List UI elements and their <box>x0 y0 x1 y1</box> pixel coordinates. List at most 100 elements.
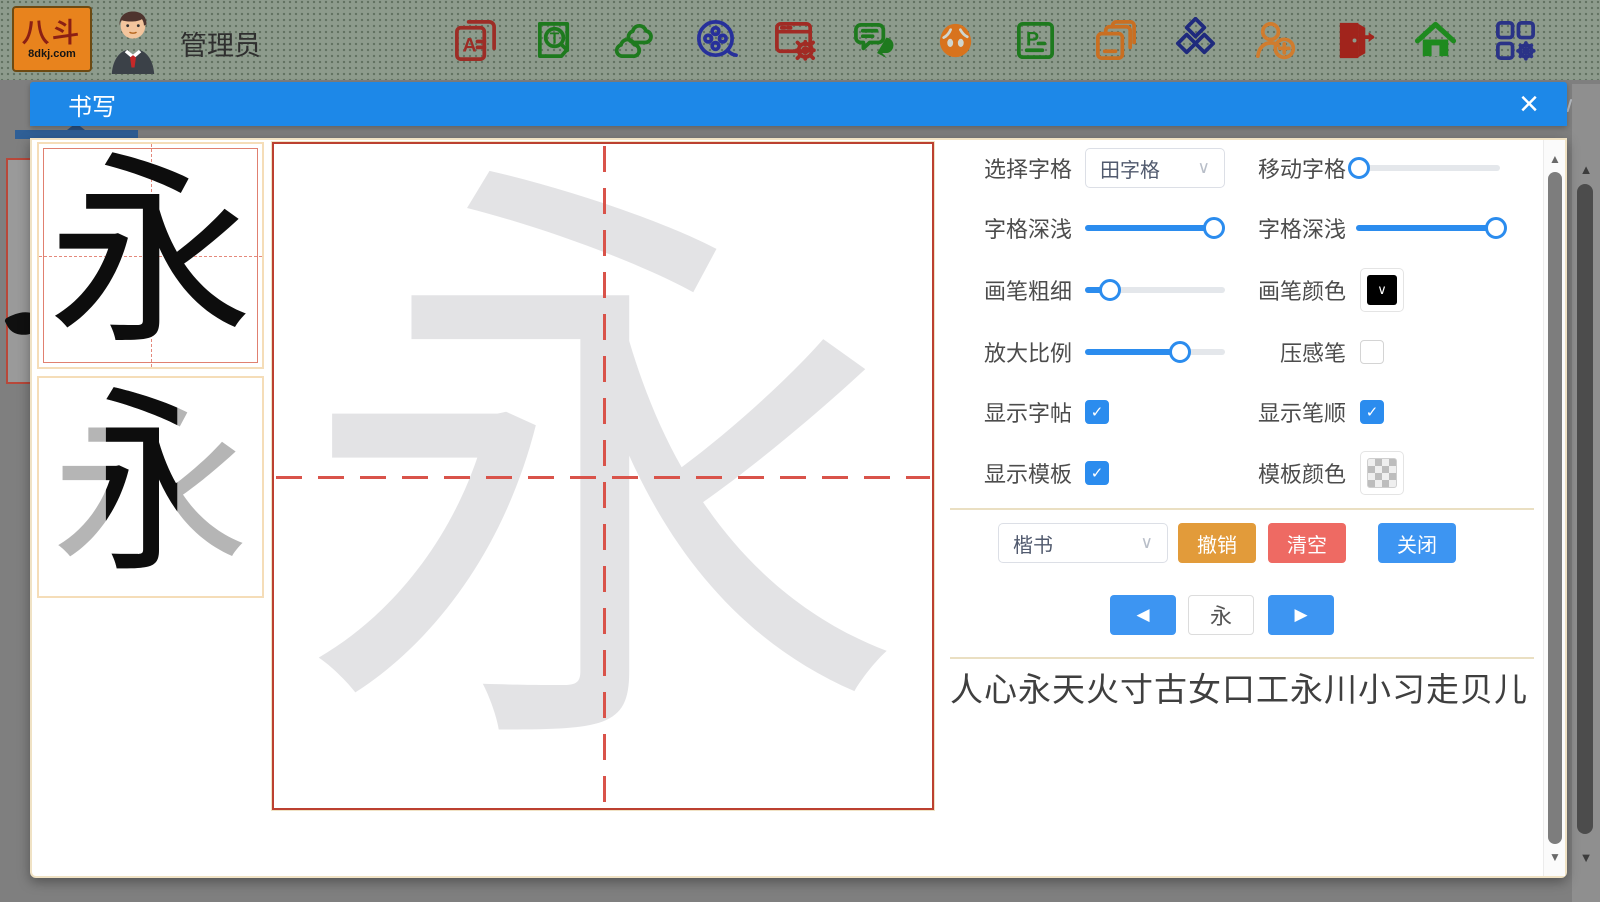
settings-row-2: 字格深浅 字格深浅 <box>944 206 1544 250</box>
settings-row-5: 显示字帖 ✓ 显示笔顺 ✓ <box>944 390 1544 434</box>
slider-fill <box>1085 349 1180 355</box>
kid-face-icon[interactable] <box>932 17 979 64</box>
next-char-button[interactable]: ▶ <box>1268 595 1334 635</box>
brush-color-picker[interactable]: ∨ <box>1360 268 1404 312</box>
brush-size-slider[interactable] <box>1085 280 1225 300</box>
text-search-icon[interactable]: T <box>532 17 579 64</box>
move-grid-label: 移动字格 <box>1244 146 1346 190</box>
media-reel-icon[interactable] <box>692 17 739 64</box>
chevron-down-icon: ∨ <box>1198 158 1210 178</box>
grid-depth-right-slider[interactable] <box>1356 218 1500 238</box>
web-settings-icon[interactable] <box>772 17 819 64</box>
canvas-center-vline <box>603 146 606 806</box>
slider-track[interactable] <box>1356 165 1500 171</box>
script-style-value: 楷书 <box>1013 529 1053 558</box>
template-color-picker[interactable] <box>1360 451 1404 495</box>
slides-icon[interactable]: P <box>1012 17 1059 64</box>
page-scrollbar[interactable]: ▲ ▼ <box>1572 84 1600 902</box>
show-stroke-order-label: 显示笔顺 <box>1244 390 1346 434</box>
header-icon-bar: ATP <box>452 0 1539 80</box>
slider-thumb[interactable] <box>1348 157 1370 179</box>
grid-type-select[interactable]: 田字格 ∨ <box>1085 148 1225 188</box>
settings-panel: 选择字格 田字格 ∨ 移动字格 字格深浅 字格深浅 <box>944 140 1544 880</box>
next-arrow-icon: ▶ <box>1294 605 1307 625</box>
logo-domain-text: 8dkj.com <box>28 48 76 61</box>
brush-size-label: 画笔粗细 <box>984 268 1072 312</box>
modal-title: 书写 <box>68 87 116 122</box>
svg-text:P: P <box>1026 28 1039 50</box>
page-scroll-down-icon[interactable]: ▼ <box>1572 850 1600 865</box>
select-grid-label: 选择字格 <box>984 146 1072 190</box>
brush-color-swatch: ∨ <box>1367 275 1397 305</box>
logout-door-icon[interactable] <box>1332 17 1379 64</box>
zoom-ratio-label: 放大比例 <box>984 330 1072 374</box>
modal-titlebar: 书写 × <box>30 82 1567 126</box>
pressure-pen-checkbox[interactable] <box>1360 340 1384 364</box>
page-scroll-up-icon[interactable]: ▲ <box>1572 162 1600 177</box>
slider-fill <box>1356 225 1496 231</box>
grid-depth-left-label: 字格深浅 <box>984 206 1072 250</box>
grid-type-value: 田字格 <box>1100 154 1160 183</box>
modal-scrollbar-thumb[interactable] <box>1548 172 1562 844</box>
background-grid-fragment <box>6 158 33 384</box>
close-button[interactable]: 关闭 <box>1378 523 1456 563</box>
slider-thumb[interactable] <box>1169 341 1191 363</box>
apps-settings-icon[interactable] <box>1492 17 1539 64</box>
app-header: 八斗 8dkj.com 管理员 A T P <box>0 0 1600 80</box>
settings-row-3: 画笔粗细 画笔颜色 ∨ <box>944 268 1544 312</box>
copy-pages-icon[interactable] <box>1092 17 1139 64</box>
settings-row-6: 显示模板 ✓ 模板颜色 <box>944 451 1544 495</box>
writing-canvas[interactable]: 永 <box>272 142 934 810</box>
user-name-label: 管理员 <box>180 24 261 63</box>
page-scrollbar-thumb[interactable] <box>1577 184 1593 834</box>
avatar-illustration <box>102 8 164 74</box>
add-user-icon[interactable] <box>1252 17 1299 64</box>
svg-text:A: A <box>463 34 477 56</box>
clear-button[interactable]: 清空 <box>1268 523 1346 563</box>
settings-row-4: 放大比例 压感笔 <box>944 330 1544 374</box>
logo-brand-text: 八斗 <box>22 18 82 48</box>
stroke-order-preview-box: 永 永 <box>37 376 264 598</box>
user-avatar[interactable] <box>102 8 164 74</box>
panel-divider-bottom <box>950 657 1534 659</box>
slider-thumb[interactable] <box>1203 217 1225 239</box>
chevron-down-icon: ∨ <box>1377 282 1387 298</box>
modal-close-icon[interactable]: × <box>1519 82 1539 126</box>
template-color-label: 模板颜色 <box>1244 451 1346 495</box>
prev-arrow-icon: ◀ <box>1136 605 1149 625</box>
panel-divider-top <box>950 508 1534 510</box>
copybook-preview-box: 永 <box>37 142 264 369</box>
slider-thumb[interactable] <box>1485 217 1507 239</box>
show-copybook-checkbox[interactable]: ✓ <box>1085 400 1109 424</box>
chat-icon[interactable] <box>852 17 899 64</box>
prev-char-button[interactable]: ◀ <box>1110 595 1176 635</box>
modal-scrollbar[interactable]: ▲ ▼ <box>1543 140 1565 876</box>
current-char-box: 永 <box>1188 595 1254 635</box>
blocks-icon[interactable] <box>1172 17 1219 64</box>
character-list[interactable]: 人心永天火寸古女口工永川小习走贝儿 <box>950 663 1510 711</box>
show-copybook-label: 显示字帖 <box>984 390 1072 434</box>
grid-depth-left-slider[interactable] <box>1085 218 1225 238</box>
actions-row: 楷书 ∨ 撤销 清空 关闭 <box>944 521 1544 565</box>
settings-row-1: 选择字格 田字格 ∨ 移动字格 <box>944 146 1544 190</box>
modal-scroll-down-icon[interactable]: ▼ <box>1544 850 1566 864</box>
template-color-swatch <box>1367 458 1397 488</box>
svg-text:T: T <box>550 30 560 47</box>
undo-button[interactable]: 撤销 <box>1178 523 1256 563</box>
zoom-ratio-slider[interactable] <box>1085 342 1225 362</box>
app-logo[interactable]: 八斗 8dkj.com <box>12 6 92 72</box>
chevron-down-icon: ∨ <box>1141 533 1153 553</box>
script-style-select[interactable]: 楷书 ∨ <box>998 523 1168 563</box>
pressure-pen-label: 压感笔 <box>1244 330 1346 374</box>
cloud-sync-icon[interactable] <box>612 17 659 64</box>
grid-depth-right-label: 字格深浅 <box>1244 206 1346 250</box>
show-stroke-order-checkbox[interactable]: ✓ <box>1360 400 1384 424</box>
char-nav-row: ◀ 永 ▶ <box>944 593 1544 637</box>
translate-doc-icon[interactable]: A <box>452 17 499 64</box>
show-template-checkbox[interactable]: ✓ <box>1085 461 1109 485</box>
home-icon[interactable] <box>1412 17 1459 64</box>
modal-scroll-up-icon[interactable]: ▲ <box>1544 152 1566 166</box>
slider-fill <box>1085 225 1214 231</box>
move-grid-slider[interactable] <box>1356 158 1500 178</box>
slider-thumb[interactable] <box>1099 279 1121 301</box>
